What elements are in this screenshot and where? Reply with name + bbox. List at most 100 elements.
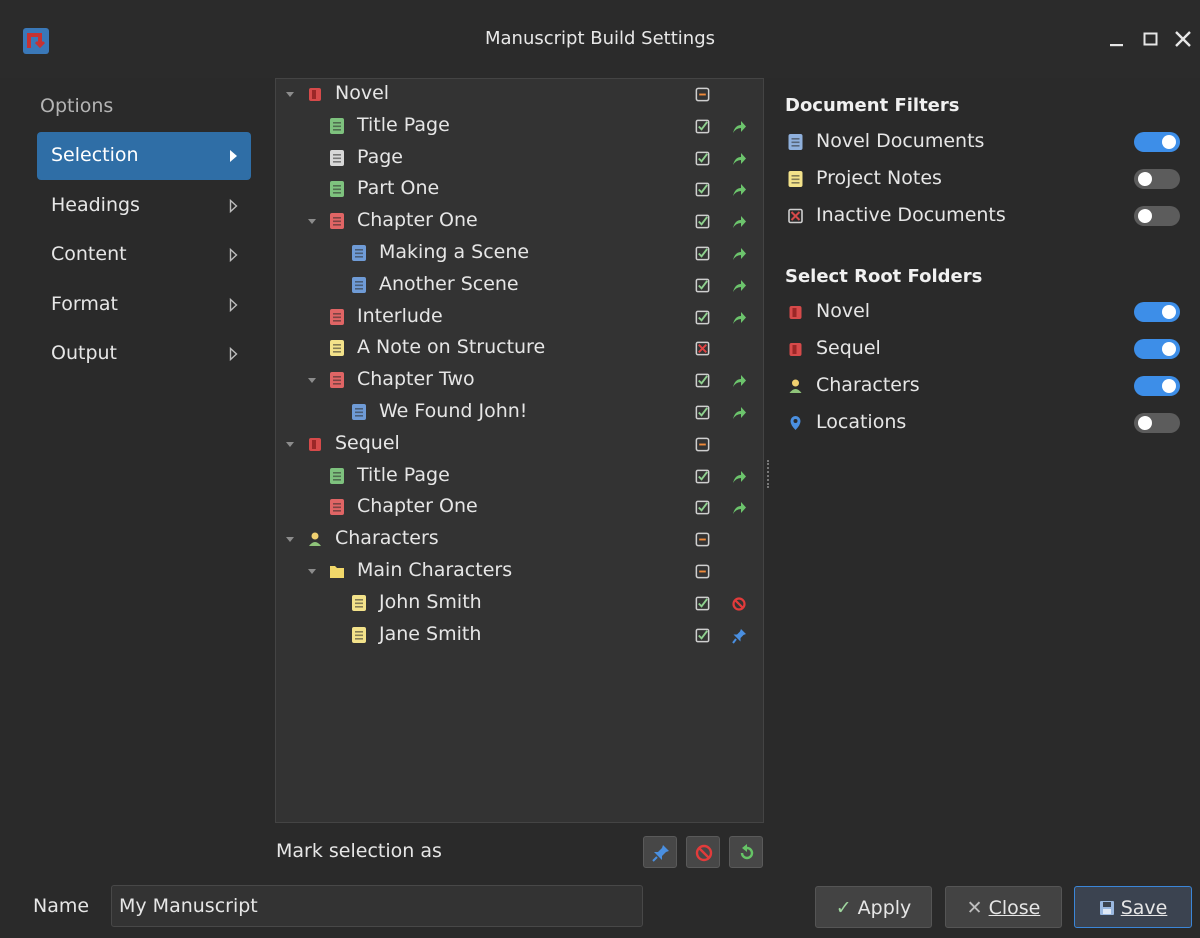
included-arrow-icon — [733, 502, 746, 515]
toggle-switch[interactable] — [1134, 169, 1180, 189]
tree-row-label: Chapter One — [357, 209, 478, 232]
included-arrow-icon — [733, 248, 746, 260]
expand-toggle-icon[interactable] — [306, 565, 318, 577]
toggle-knob — [1138, 209, 1152, 223]
toggle-switch[interactable] — [1134, 339, 1180, 359]
tree-row[interactable]: Title Page — [276, 110, 763, 142]
save-label: Save — [1120, 897, 1168, 919]
toggle-switch[interactable] — [1134, 413, 1180, 433]
included-arrow-icon — [733, 311, 746, 324]
close-window-icon[interactable] — [1170, 26, 1196, 52]
tree-row[interactable]: Characters — [276, 523, 763, 555]
options-header: Options — [40, 95, 114, 117]
included-arrow-icon — [733, 184, 746, 197]
tree-row-label: Characters — [335, 527, 439, 550]
tree-row-label: We Found John! — [379, 400, 528, 422]
tree-row[interactable]: John Smith — [276, 587, 763, 619]
toggle-knob — [1162, 135, 1176, 149]
toggle-switch[interactable] — [1134, 376, 1180, 396]
expand-toggle-icon[interactable] — [306, 374, 318, 386]
nav-arrow-outline-icon — [229, 198, 238, 213]
tree-row[interactable]: Sequel — [276, 428, 763, 460]
included-arrow-icon — [733, 152, 746, 165]
toggle-switch[interactable] — [1134, 132, 1180, 152]
expand-toggle-icon[interactable] — [284, 438, 296, 450]
filter-label: Inactive Documents — [816, 204, 1006, 226]
checked-box-icon — [695, 119, 710, 134]
close-button[interactable]: ✕ Close — [945, 886, 1062, 928]
checked-box-icon — [695, 246, 710, 261]
characters-root-icon — [309, 532, 321, 547]
tree-row[interactable]: We Found John! — [276, 396, 763, 428]
tree-row[interactable]: Page — [276, 142, 763, 174]
characters-root-icon — [789, 379, 802, 393]
note-doc-icon — [352, 626, 366, 643]
minimize-icon[interactable] — [1104, 26, 1130, 52]
nav-item-output[interactable]: Output — [37, 330, 251, 378]
novel-root-icon — [789, 343, 802, 356]
toggle-knob — [1162, 379, 1176, 393]
checked-box-icon — [695, 405, 710, 420]
scene-doc-icon — [352, 245, 366, 261]
filter-label: Novel — [816, 300, 871, 322]
tree-row[interactable]: Interlude — [276, 301, 763, 333]
chapter-doc-icon — [330, 213, 344, 230]
nav-item-selection[interactable]: Selection — [37, 132, 251, 180]
mark-reset-button[interactable] — [729, 836, 763, 868]
tree-row[interactable]: Chapter One — [276, 205, 763, 237]
minus-box-icon — [695, 87, 710, 102]
toggle-switch[interactable] — [1134, 206, 1180, 226]
expand-toggle-icon[interactable] — [284, 533, 296, 545]
nav-item-content[interactable]: Content — [37, 231, 251, 279]
tree-row[interactable]: Another Scene — [276, 269, 763, 301]
maximize-icon[interactable] — [1138, 26, 1164, 52]
filter-row-novel: Novel — [785, 296, 1185, 330]
document-tree[interactable]: Novel Title Page Page Part One Chapter One Ma… — [275, 78, 764, 823]
nav-item-label: Headings — [51, 193, 140, 216]
manuscript-name-input[interactable] — [111, 885, 643, 927]
tree-row-label: A Note on Structure — [357, 336, 546, 359]
pinned-icon — [732, 628, 746, 644]
toggle-knob — [1138, 172, 1152, 186]
apply-button[interactable]: ✓ Apply — [815, 886, 932, 928]
mark-included-button[interactable] — [643, 836, 677, 868]
tree-row[interactable]: Novel — [276, 78, 763, 110]
location-pin-icon — [790, 416, 801, 430]
panel-splitter-handle[interactable] — [767, 460, 770, 488]
nav-item-label: Content — [51, 243, 127, 265]
toggle-switch[interactable] — [1134, 302, 1180, 322]
title-page-doc-icon — [330, 117, 344, 134]
mark-excluded-button[interactable] — [686, 836, 720, 868]
reset-icon — [740, 844, 754, 860]
checked-box-icon — [695, 469, 710, 483]
checked-box-icon — [695, 182, 710, 197]
toggle-knob — [1138, 416, 1152, 430]
tree-row[interactable]: Main Characters — [276, 555, 763, 587]
chapter-doc-icon — [330, 499, 344, 516]
tree-row-label: Sequel — [335, 431, 400, 454]
tree-row[interactable]: A Note on Structure — [276, 332, 763, 364]
tree-row[interactable]: Making a Scene — [276, 237, 763, 269]
document-filters-title: Document Filters — [785, 95, 960, 116]
expand-toggle-icon[interactable] — [306, 215, 318, 227]
filter-row-novel-documents: Novel Documents — [785, 126, 1185, 160]
tree-row[interactable]: Chapter Two — [276, 364, 763, 396]
included-arrow-icon — [733, 279, 746, 292]
included-arrow-icon — [733, 375, 746, 388]
expand-toggle-icon[interactable] — [284, 88, 296, 100]
tree-row[interactable]: Chapter One — [276, 491, 763, 523]
nav-item-headings[interactable]: Headings — [37, 182, 251, 230]
tree-row[interactable]: Jane Smith — [276, 619, 763, 651]
root-folders-title: Select Root Folders — [785, 266, 983, 287]
tree-row[interactable]: Part One — [276, 173, 763, 205]
toggle-knob — [1162, 342, 1176, 356]
nav-item-format[interactable]: Format — [37, 281, 251, 329]
apply-label: Apply — [857, 897, 912, 919]
pin-icon — [652, 845, 669, 862]
checked-box-icon — [695, 373, 710, 388]
tree-row-label: Title Page — [357, 113, 450, 136]
nav-item-label: Format — [51, 292, 118, 315]
save-button[interactable]: Save — [1074, 886, 1192, 928]
tree-row-label: Main Characters — [357, 559, 513, 581]
tree-row[interactable]: Title Page — [276, 460, 763, 492]
